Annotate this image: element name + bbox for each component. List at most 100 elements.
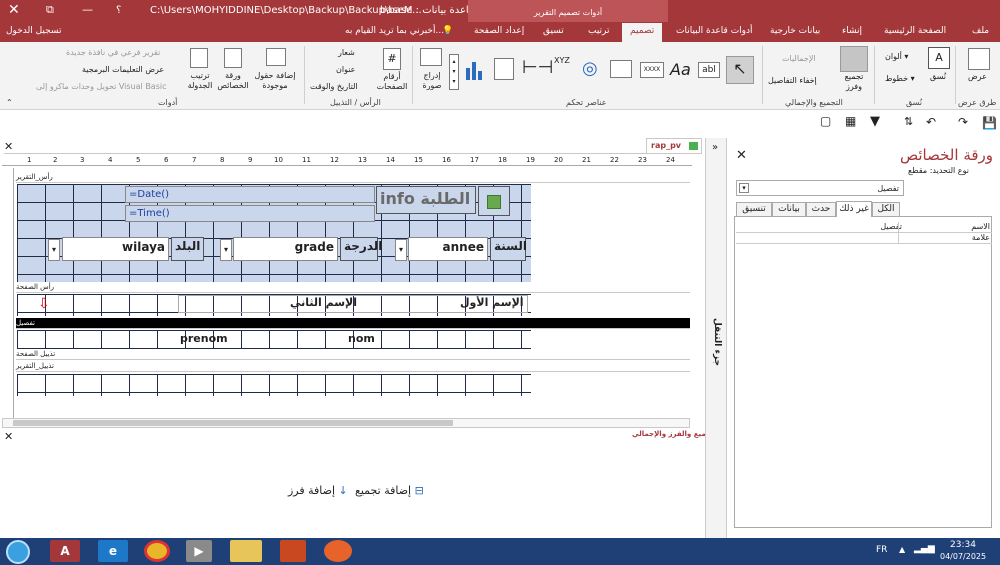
doc-tab[interactable]: rap_pv: [646, 138, 702, 153]
language-indicator[interactable]: FR: [876, 545, 887, 555]
insert-image-icon[interactable]: [420, 48, 442, 66]
navigation-pane[interactable]: » جزء التنقل: [705, 138, 727, 538]
page-break-icon[interactable]: [494, 58, 514, 80]
themes-button-label[interactable]: نُسق: [930, 72, 946, 81]
horizontal-scrollbar[interactable]: [2, 418, 690, 428]
fonts-button[interactable]: خطوط ▾: [885, 74, 915, 83]
tab-arrange[interactable]: ترتيب: [588, 26, 610, 36]
section-report-footer[interactable]: تذييل_التقرير: [16, 361, 690, 372]
wilaya-field[interactable]: wilaya: [62, 237, 169, 261]
prop-row[interactable]: علامة: [736, 233, 992, 244]
subreport-window-button[interactable]: تقرير فرعي في نافذة جديدة: [66, 48, 160, 57]
group-sort-icon[interactable]: [840, 46, 868, 72]
date-textbox[interactable]: =Date(): [125, 186, 375, 203]
restore-icon[interactable]: ⧉: [46, 3, 54, 17]
collapse-ribbon-icon[interactable]: ⌃: [6, 98, 13, 107]
expand-nav-icon[interactable]: »: [712, 142, 718, 153]
time-textbox[interactable]: =Time(): [125, 205, 375, 222]
datetime-button[interactable]: التاريخ والوقت: [310, 82, 358, 91]
insert-image-label[interactable]: إدراج صورة: [418, 71, 446, 91]
close-props-icon[interactable]: ✕: [736, 148, 747, 163]
prop-row[interactable]: الاسم تفصيل: [736, 222, 992, 233]
start-button[interactable]: [6, 540, 30, 564]
nom-field[interactable]: nom: [348, 332, 375, 345]
minimize-icon[interactable]: —: [82, 3, 93, 16]
hyperlink-icon[interactable]: ◎: [582, 58, 598, 79]
colors-button[interactable]: ألوان ▾: [885, 52, 908, 61]
tab-design[interactable]: تصميم: [622, 23, 663, 42]
props-tab-format[interactable]: تنسيق: [736, 202, 772, 217]
view-code-button[interactable]: عرض التعليمات البرمجية: [82, 65, 164, 74]
props-tab-all[interactable]: الكل: [872, 202, 900, 217]
section-page-header[interactable]: رأس الصفحة: [16, 282, 690, 293]
tab-create[interactable]: إنشاء: [842, 26, 862, 36]
scroll-thumb[interactable]: [13, 420, 453, 426]
props-tab-data[interactable]: بيانات: [772, 202, 806, 217]
property-sheet-icon[interactable]: [224, 48, 242, 68]
view-button-label[interactable]: عرض: [968, 72, 987, 81]
page-numbers-icon[interactable]: #: [383, 48, 401, 70]
prenom-field[interactable]: prenom: [180, 332, 228, 345]
view-icon[interactable]: [968, 48, 990, 70]
pointer-icon[interactable]: ↖: [726, 56, 754, 84]
section-report-header[interactable]: رأس_التقرير: [16, 172, 690, 183]
props-tab-event[interactable]: حدث: [806, 202, 836, 217]
title-label[interactable]: info الطلبة: [376, 186, 476, 214]
add-fields-icon[interactable]: [266, 48, 286, 66]
sort-icon[interactable]: ⇅: [904, 115, 913, 128]
tab-database-tools[interactable]: أدوات قاعدة البيانات: [676, 26, 753, 36]
tell-me-input[interactable]: أخبرني بما تريد القيام به...: [345, 26, 444, 36]
tab-order-label[interactable]: ترتيب الجدولة: [184, 71, 216, 91]
app-taskbar-icon[interactable]: [280, 540, 306, 562]
filter-icon[interactable]: ▼: [870, 114, 880, 129]
chart-control-icon[interactable]: [464, 60, 486, 80]
clock-date[interactable]: 04/07/2025: [940, 552, 986, 561]
access-taskbar-icon[interactable]: A: [50, 540, 80, 562]
property-sheet-label[interactable]: ورقة الخصائص: [214, 71, 252, 91]
tab-home[interactable]: الصفحة الرئيسية: [884, 26, 946, 36]
undo-icon[interactable]: ↶: [926, 115, 936, 129]
table-icon[interactable]: ▦: [845, 114, 856, 128]
controls-scroll[interactable]: ▴ ▾ ▾: [449, 54, 459, 90]
signin-link[interactable]: تسجيل الدخول: [6, 26, 61, 36]
explorer-taskbar-icon[interactable]: [230, 540, 262, 562]
label-control-icon[interactable]: Aa: [670, 60, 691, 79]
tab-format[interactable]: تسيق: [543, 26, 564, 36]
header-label-box[interactable]: [178, 295, 528, 313]
help-button[interactable]: ؟: [116, 5, 121, 16]
theme-icon[interactable]: A: [928, 47, 950, 69]
signal-icon[interactable]: ▂▄▆: [914, 544, 935, 554]
redo-icon[interactable]: ↷: [958, 115, 968, 129]
title-button[interactable]: عنوان: [336, 65, 355, 74]
group-sort-label[interactable]: تجميع وفرز: [838, 72, 870, 92]
tab-external-data[interactable]: بيانات خارجية: [770, 26, 820, 36]
chrome-taskbar-icon[interactable]: [144, 540, 170, 562]
annee-field[interactable]: annee: [408, 237, 488, 261]
add-group-button[interactable]: إضافة تجميع ⊟: [355, 484, 424, 497]
page-numbers-label[interactable]: أرقام الصفحات: [374, 72, 410, 92]
annee-label[interactable]: السنة: [490, 237, 527, 261]
new-document-icon[interactable]: ▢: [820, 114, 831, 128]
grade-dropdown-icon[interactable]: ▾: [220, 239, 232, 261]
section-detail[interactable]: تفصيل: [16, 318, 690, 329]
logo-image[interactable]: [478, 186, 510, 216]
tray-arrow-icon[interactable]: ▲: [899, 545, 905, 554]
annee-dropdown-icon[interactable]: ▾: [395, 239, 407, 261]
textbox-icon[interactable]: abl: [698, 62, 720, 78]
object-selector[interactable]: تفصيل ▾: [736, 180, 904, 196]
tab-page-setup[interactable]: إعداد الصفحة: [474, 26, 524, 36]
save-icon[interactable]: 💾: [982, 116, 997, 130]
logo-button[interactable]: شعار: [338, 48, 355, 57]
media-taskbar-icon[interactable]: ▶: [186, 540, 212, 562]
detail-grid[interactable]: [17, 330, 531, 350]
tab-control-icon[interactable]: [610, 60, 632, 78]
add-fields-label[interactable]: إضافة حقول موجودة: [250, 71, 300, 91]
tab-order-icon[interactable]: [190, 48, 208, 68]
section-page-footer[interactable]: تذييل الصفحة: [16, 349, 690, 360]
button-control-icon[interactable]: XXXX: [640, 62, 664, 78]
add-sort-button[interactable]: إضافة فرز ↓: [288, 484, 348, 497]
close-doc-icon[interactable]: ✕: [4, 140, 13, 153]
hide-details-button[interactable]: إخفاء التفاصيل: [768, 76, 817, 85]
report-footer-grid[interactable]: [17, 374, 531, 396]
wilaya-dropdown-icon[interactable]: ▾: [48, 239, 60, 261]
